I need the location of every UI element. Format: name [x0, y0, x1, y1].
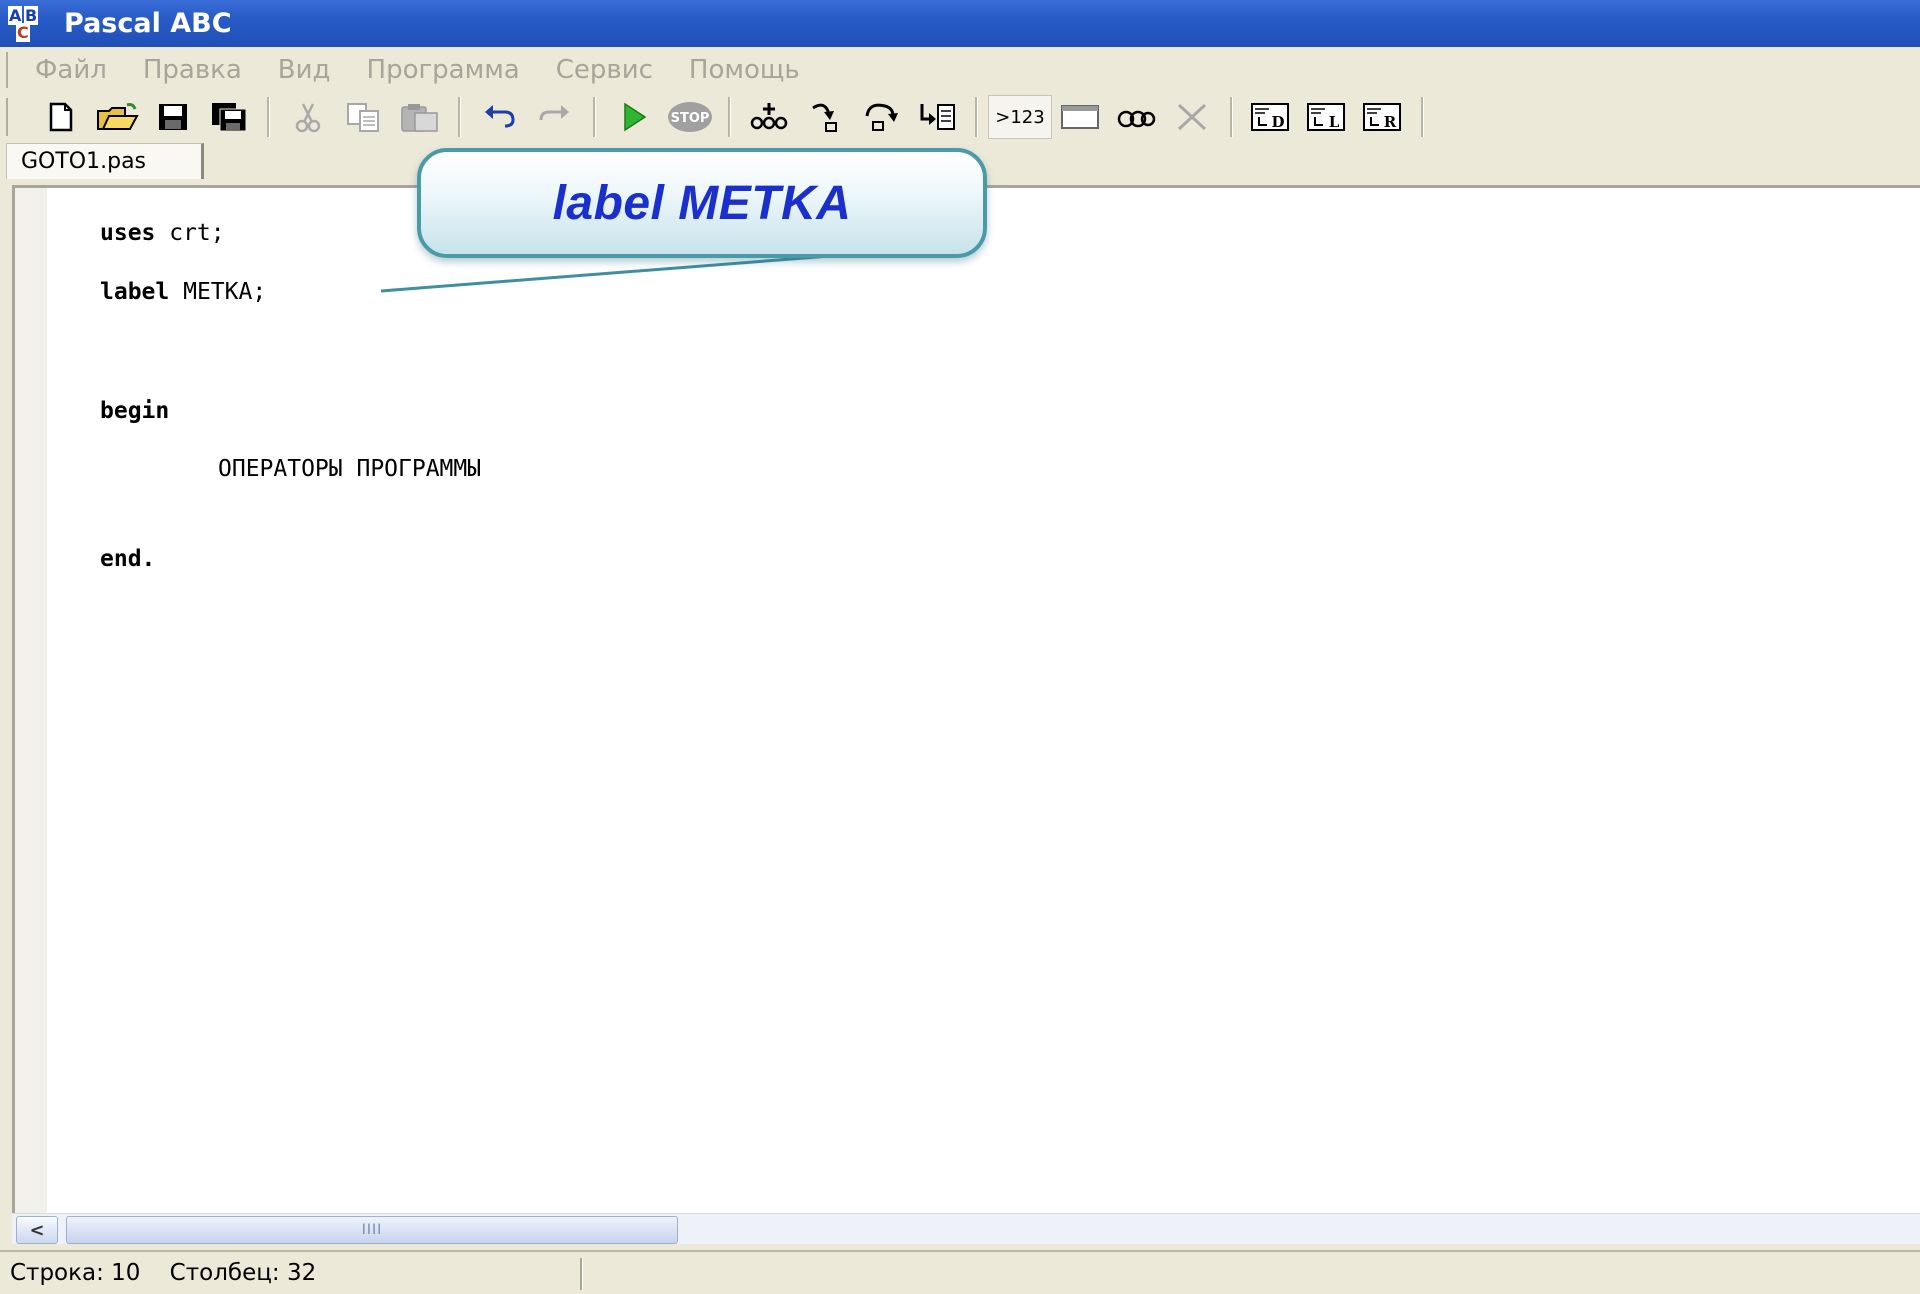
toolbar-separator: [1421, 97, 1424, 137]
step-into-icon: [812, 103, 837, 132]
uses-clause: crt;: [155, 220, 225, 246]
step-over-icon: [865, 103, 898, 131]
toolbar-separator: [593, 97, 596, 137]
run-to-cursor-icon: [920, 104, 955, 130]
format-l-letter: L: [1329, 113, 1340, 131]
cut-button[interactable]: [280, 96, 336, 138]
save-all-icon: [212, 103, 247, 132]
redo-button[interactable]: [527, 96, 583, 138]
clear-icon: [1177, 103, 1207, 131]
new-file-button[interactable]: [33, 96, 89, 138]
window-title: Pascal ABC: [64, 8, 232, 39]
stop-icon: STOP: [668, 102, 712, 132]
redo-icon: [539, 105, 569, 121]
breakpoint-button[interactable]: [741, 96, 797, 138]
scroll-thumb[interactable]: IIII: [66, 1216, 678, 1244]
title-bar[interactable]: A B C Pascal ABC: [0, 0, 1920, 47]
toolbar-grip[interactable]: [6, 98, 11, 136]
run-icon: [624, 102, 647, 132]
keyword-label: label: [100, 279, 170, 305]
keyword-end: end.: [100, 546, 156, 572]
run-button[interactable]: [606, 96, 662, 138]
code-line-uses: uses crt;: [100, 220, 225, 246]
paste-icon: [401, 104, 438, 132]
toolbar-separator: [728, 97, 731, 137]
save-button[interactable]: [145, 96, 201, 138]
paste-button[interactable]: [392, 96, 448, 138]
code-editor[interactable]: uses crt; label METKA; begin ОПЕРАТОРЫ П…: [47, 188, 1920, 1213]
open-folder-icon: [97, 103, 139, 130]
toolbar-separator: [1230, 97, 1233, 137]
keyword-begin: begin: [100, 398, 170, 424]
pascal-abc-app-icon: A B C: [6, 5, 46, 42]
format-d-letter: D: [1271, 113, 1284, 131]
output-window-button[interactable]: >123: [988, 95, 1052, 139]
horizontal-scrollbar[interactable]: < IIII: [12, 1213, 1920, 1244]
window-icon: [1061, 105, 1099, 129]
toolbar-separator: [267, 97, 270, 137]
format-r-letter: R: [1384, 113, 1397, 131]
save-all-button[interactable]: [201, 96, 257, 138]
undo-icon: [485, 105, 515, 128]
undo-button[interactable]: [471, 96, 527, 138]
scroll-left-button[interactable]: <: [16, 1216, 58, 1244]
editor-gutter: [15, 188, 47, 1213]
format-d-button[interactable]: D: [1243, 96, 1299, 138]
format-l-icon: L: [1307, 103, 1345, 131]
watch-button[interactable]: [1108, 96, 1164, 138]
step-over-button[interactable]: [853, 96, 909, 138]
menu-help[interactable]: Помощь: [689, 55, 800, 85]
copy-icon: [347, 103, 379, 132]
format-r-icon: R: [1363, 103, 1401, 131]
copy-button[interactable]: [336, 96, 392, 138]
svg-text:STOP: STOP: [671, 111, 710, 126]
run-to-cursor-button[interactable]: [909, 96, 965, 138]
toolbar-separator: [975, 97, 978, 137]
watch-icon: [1117, 110, 1156, 128]
chevron-left-icon: <: [29, 1219, 45, 1241]
menu-edit[interactable]: Правка: [143, 55, 242, 85]
clear-button[interactable]: [1164, 96, 1220, 138]
cursor-position-status: Строка: 10 Столбец: 32: [10, 1260, 317, 1286]
code-line-end: end.: [100, 546, 155, 572]
format-l-button[interactable]: L: [1299, 96, 1355, 138]
callout-text: label METKA: [552, 176, 852, 230]
keyword-uses: uses: [100, 220, 156, 246]
open-file-button[interactable]: [89, 96, 145, 138]
format-d-icon: D: [1251, 103, 1289, 131]
icon-letter-c: C: [16, 22, 30, 42]
menu-bar: Файл Правка Вид Программа Сервис Помощь: [0, 47, 1920, 94]
callout-bubble: label METKA: [417, 148, 987, 258]
save-icon: [159, 104, 187, 130]
toolbar-separator: [458, 97, 461, 137]
cut-icon: [295, 103, 321, 133]
format-r-button[interactable]: R: [1355, 96, 1411, 138]
toolbar: STOP >123 D L R: [0, 93, 1920, 141]
scroll-grip-icon: IIII: [361, 1222, 383, 1238]
code-line-begin: begin: [100, 398, 169, 424]
menu-view[interactable]: Вид: [278, 55, 331, 85]
menu-program[interactable]: Программа: [367, 55, 520, 85]
new-file-icon: [49, 102, 73, 132]
status-separator: [580, 1258, 583, 1290]
breakpoint-icon: [750, 103, 788, 130]
stop-button[interactable]: STOP: [662, 96, 718, 138]
window-button[interactable]: [1052, 96, 1108, 138]
menubar-grip[interactable]: [6, 52, 11, 88]
code-line-statements: ОПЕРАТОРЫ ПРОГРАММЫ: [218, 456, 482, 482]
output-icon: >123: [995, 106, 1045, 128]
step-into-button[interactable]: [797, 96, 853, 138]
code-line-label: label METKA;: [100, 279, 266, 305]
tab-goto1-pas[interactable]: GOTO1.pas: [6, 143, 204, 179]
menu-file[interactable]: Файл: [35, 55, 107, 85]
status-bar: Строка: 10 Столбец: 32: [0, 1250, 1920, 1294]
label-declaration: METKA;: [169, 279, 267, 305]
menu-service[interactable]: Сервис: [556, 55, 653, 85]
